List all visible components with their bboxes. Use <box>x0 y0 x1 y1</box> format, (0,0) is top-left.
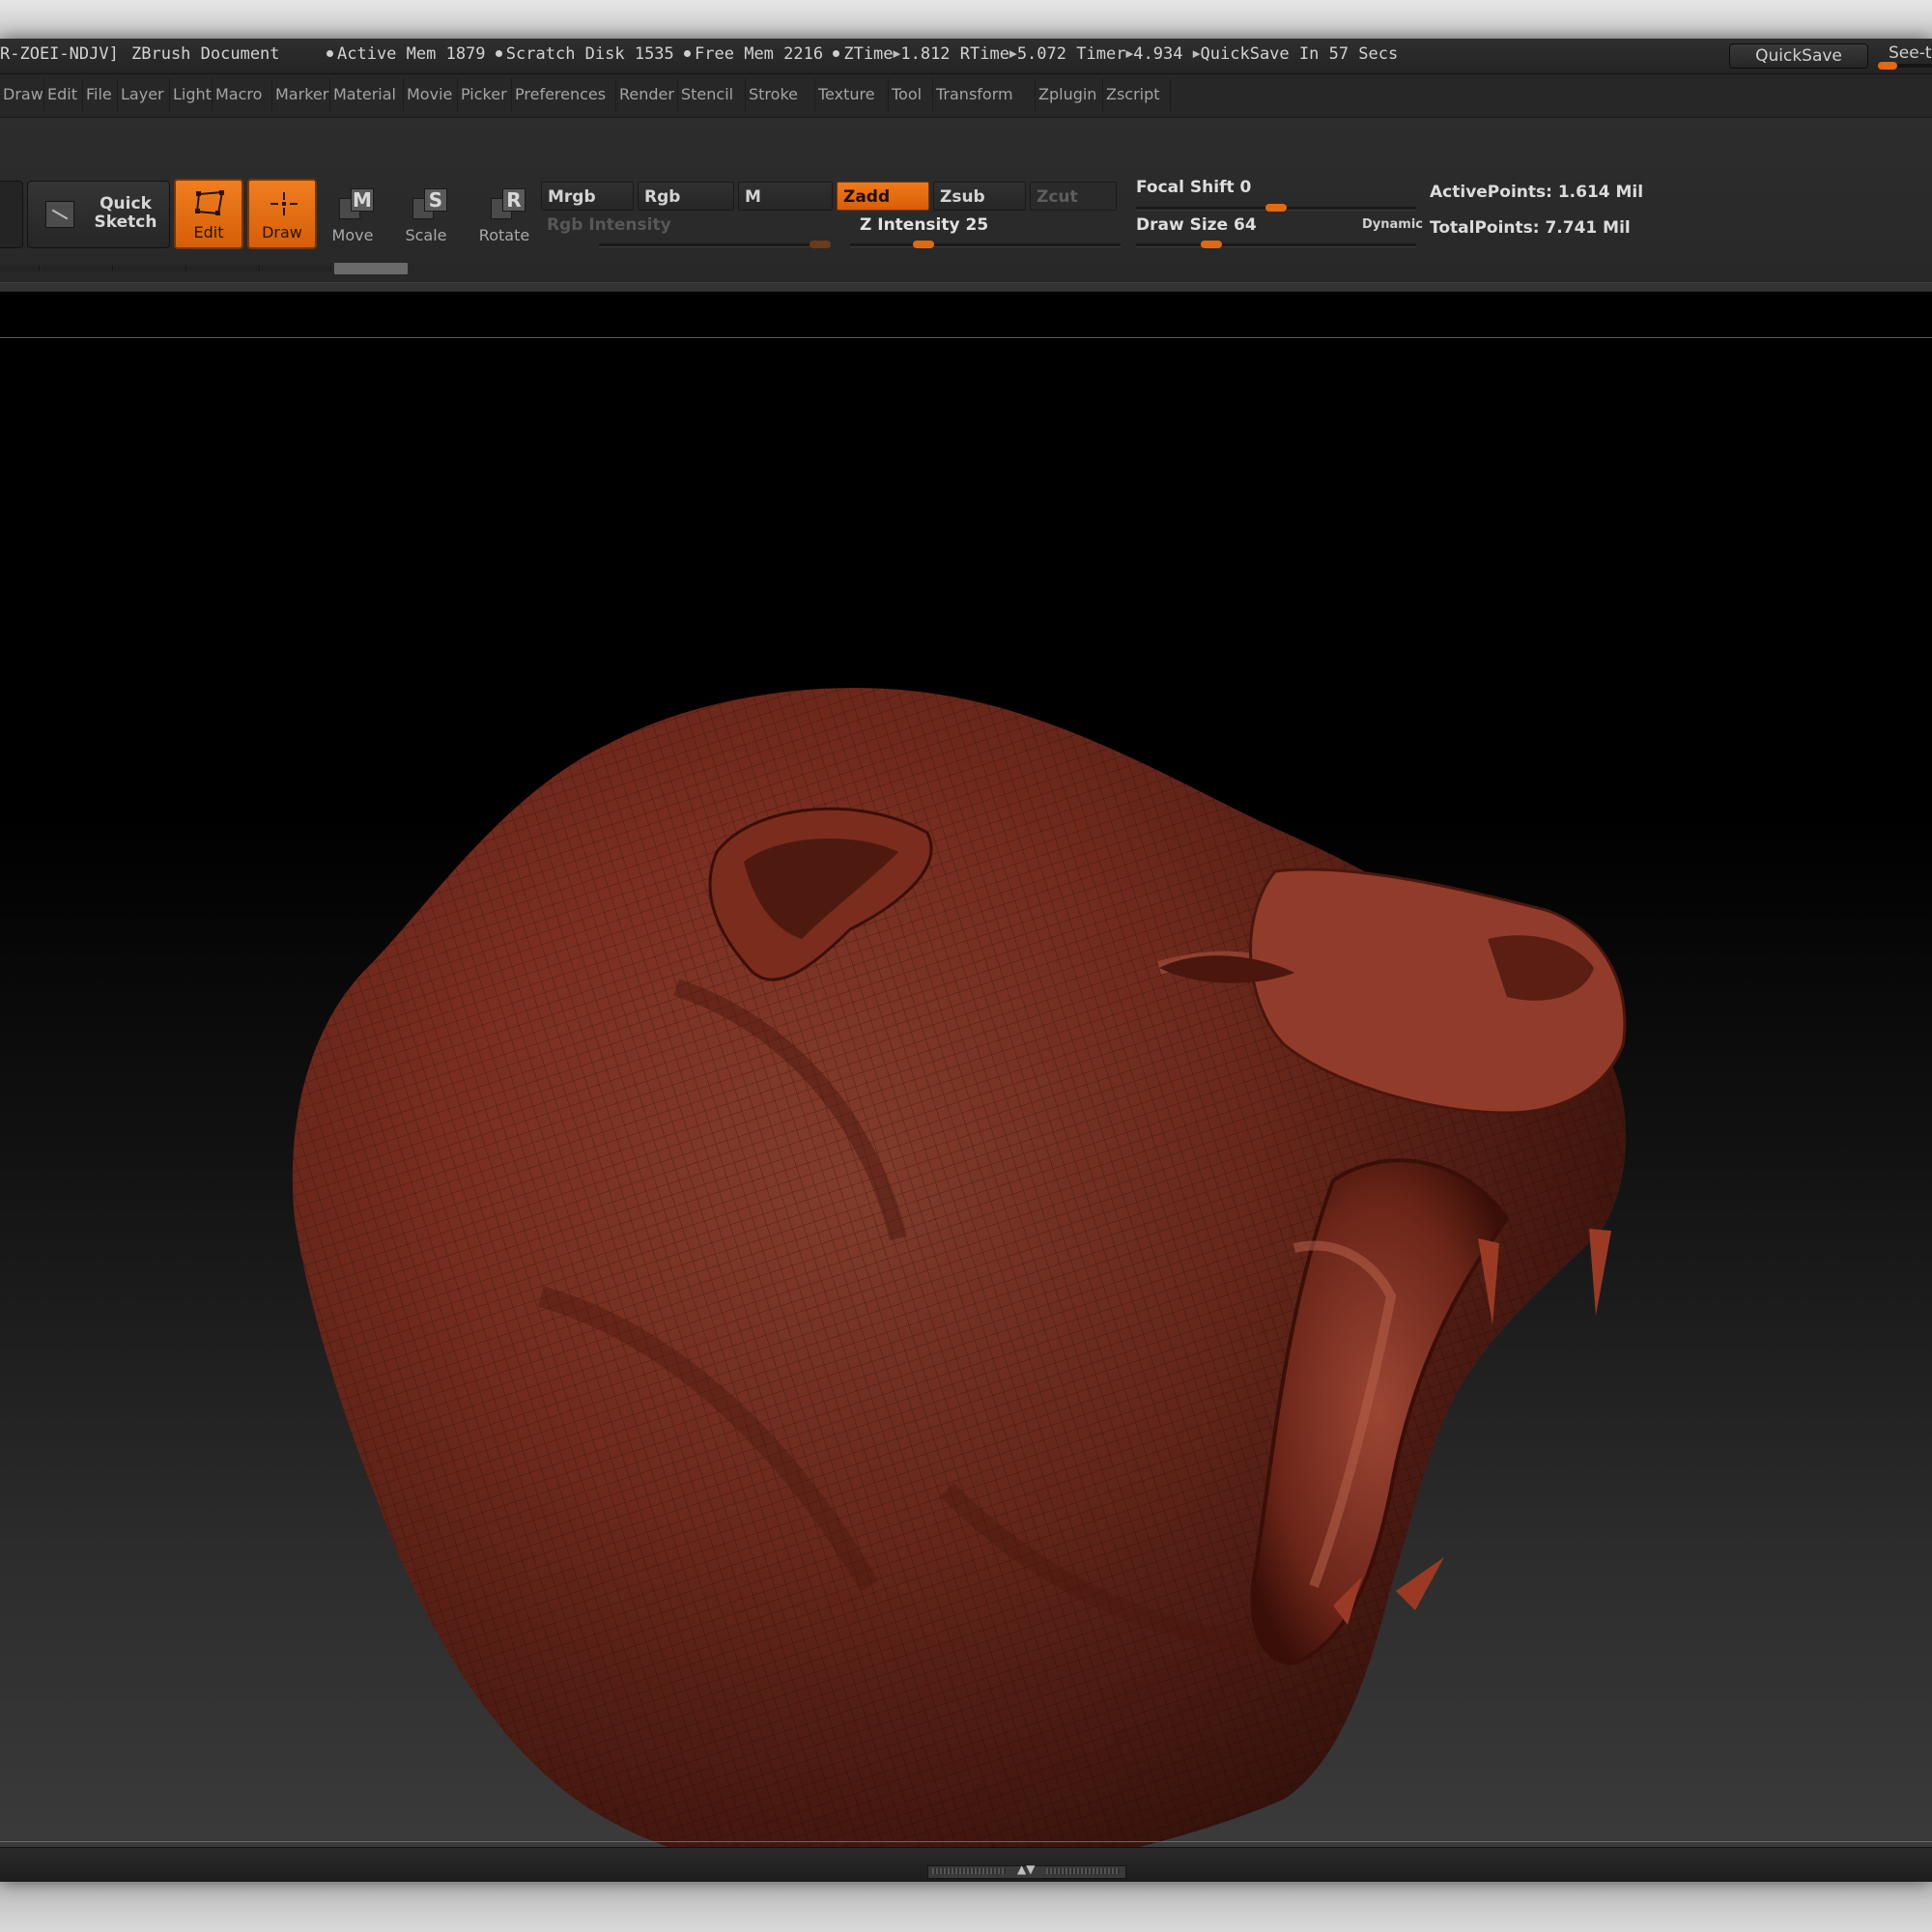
active-mem: Active Mem 1879 <box>337 44 486 64</box>
bottom-tray: ▲▼ <box>0 1847 1932 1882</box>
rgb-button[interactable]: Rgb <box>638 182 734 211</box>
quick-sketch-button[interactable]: Quick Sketch <box>27 181 170 248</box>
menu-item-edit[interactable]: Edit <box>44 78 83 111</box>
draw-button[interactable]: Draw <box>247 179 317 249</box>
scale-button[interactable]: S Scale <box>393 181 459 250</box>
arrow-right-icon: ▶ <box>1009 46 1017 62</box>
quicksave-button[interactable]: QuickSave <box>1729 43 1868 69</box>
rotate-icon: R <box>491 188 526 219</box>
menu-item-render[interactable]: Render <box>616 78 678 111</box>
menu-item-transform[interactable]: Transform <box>933 78 1036 111</box>
z-intensity-label: Z Intensity 25 <box>860 215 989 235</box>
menu-item-draw[interactable]: Draw <box>0 78 44 111</box>
tray-toggle-handle[interactable]: ▲▼ <box>927 1862 1126 1879</box>
rtime-label: RTime <box>959 44 1009 64</box>
see-through-label: See-t <box>1889 43 1932 63</box>
rotate-label: Rotate <box>478 226 530 244</box>
top-shelf: Quick Sketch Edit Draw M Move S Scale R … <box>0 118 1932 282</box>
scratch-disk: Scratch Disk 1535 <box>505 44 674 64</box>
zcut-button[interactable]: Zcut <box>1030 182 1117 211</box>
timer-label: Timer <box>1076 44 1126 64</box>
menu-item-macro[interactable]: Macro <box>213 78 272 111</box>
menu-item-zscript[interactable]: Zscript <box>1103 78 1171 111</box>
focal-shift-slider[interactable] <box>1136 204 1416 212</box>
bullet-icon <box>327 49 333 57</box>
arrow-right-icon: ▶ <box>1192 46 1201 62</box>
slider-knob[interactable] <box>1265 204 1287 212</box>
rotate-button[interactable]: R Rotate <box>471 181 537 250</box>
move-button[interactable]: M Move <box>320 181 385 250</box>
draw-crosshair-icon <box>270 192 298 215</box>
title-bar: R-ZOEI-NDJV] ZBrush Document Active Mem … <box>0 39 1932 74</box>
bullet-icon <box>495 49 502 57</box>
menu-item-material[interactable]: Material <box>330 78 404 111</box>
draw-size-label: Draw Size 64 <box>1136 215 1257 235</box>
z-intensity-slider[interactable] <box>850 241 1121 248</box>
menu-item-file[interactable]: File <box>83 78 118 111</box>
document-canvas[interactable] <box>0 292 1932 1847</box>
menu-item-stencil[interactable]: Stencil <box>678 78 746 111</box>
shelf-divider <box>0 282 1932 291</box>
menu-bar: Draw Edit File Layer Light Macro Marker Materia… <box>0 74 1932 118</box>
edit-icon <box>195 190 224 215</box>
move-icon: M <box>339 188 374 219</box>
total-points-readout: TotalPoints: 7.741 Mil <box>1430 218 1631 238</box>
menu-item-stroke[interactable]: Stroke <box>746 78 815 111</box>
zsub-button[interactable]: Zsub <box>933 182 1026 211</box>
zbrush-window: R-ZOEI-NDJV] ZBrush Document Active Mem … <box>0 39 1932 1882</box>
move-label: Move <box>331 226 374 244</box>
menu-item-texture[interactable]: Texture <box>815 78 889 111</box>
quick-sketch-label: Quick Sketch <box>94 194 157 232</box>
rtime-value: 5.072 <box>1016 44 1066 64</box>
m-button[interactable]: M <box>738 182 833 211</box>
timer-value: 4.934 <box>1133 44 1183 64</box>
shelf-button-partial[interactable] <box>0 181 23 248</box>
tray-arrows-icon: ▲▼ <box>1017 1862 1036 1876</box>
menu-item-zplugin[interactable]: Zplugin <box>1036 78 1103 111</box>
draw-size-slider[interactable] <box>1136 241 1416 248</box>
sculpted-lion-head[interactable] <box>0 292 1932 1847</box>
rgb-intensity-slider[interactable] <box>599 241 831 248</box>
canvas-border <box>0 1841 1932 1842</box>
shelf-scrollbar[interactable] <box>0 263 415 274</box>
slider-knob[interactable] <box>810 241 831 248</box>
slider-knob[interactable] <box>1201 241 1222 248</box>
slider-knob[interactable] <box>1878 62 1897 70</box>
menu-item-movie[interactable]: Movie <box>404 78 458 111</box>
focal-shift-label: Focal Shift 0 <box>1136 178 1252 197</box>
draw-label: Draw <box>262 223 302 242</box>
menu-item-layer[interactable]: Layer <box>118 78 170 111</box>
zadd-button[interactable]: Zadd <box>837 182 929 211</box>
ztime-value: 1.812 <box>900 44 951 64</box>
bullet-icon <box>833 49 840 57</box>
document-name: ZBrush Document <box>131 44 280 64</box>
scale-label: Scale <box>405 226 447 244</box>
pencil-icon <box>45 201 74 228</box>
edit-button[interactable]: Edit <box>174 179 243 249</box>
quicksave-countdown: QuickSave In 57 Secs <box>1200 44 1399 64</box>
see-through-slider[interactable] <box>1878 62 1932 70</box>
scale-icon: S <box>412 188 447 219</box>
edit-label: Edit <box>193 223 224 242</box>
bullet-icon <box>684 49 692 57</box>
menu-item-marker[interactable]: Marker <box>272 78 330 111</box>
free-mem: Free Mem 2216 <box>695 44 824 64</box>
active-points-readout: ActivePoints: 1.614 Mil <box>1430 183 1644 202</box>
menu-item-preferences[interactable]: Preferences <box>512 78 616 111</box>
menu-item-tool[interactable]: Tool <box>889 78 933 111</box>
status-readout: Active Mem 1879 Scratch Disk 1535 Free M… <box>327 44 1398 64</box>
scrollbar-thumb[interactable] <box>334 263 408 274</box>
menu-item-picker[interactable]: Picker <box>458 78 512 111</box>
rgb-intensity-label: Rgb Intensity <box>547 215 671 235</box>
mrgb-button[interactable]: Mrgb <box>541 182 634 211</box>
dynamic-toggle[interactable]: Dynamic <box>1362 217 1423 232</box>
document-id: R-ZOEI-NDJV] <box>0 44 119 64</box>
ztime-label: ZTime <box>843 44 894 64</box>
slider-knob[interactable] <box>913 241 934 248</box>
menu-item-light[interactable]: Light <box>170 78 213 111</box>
